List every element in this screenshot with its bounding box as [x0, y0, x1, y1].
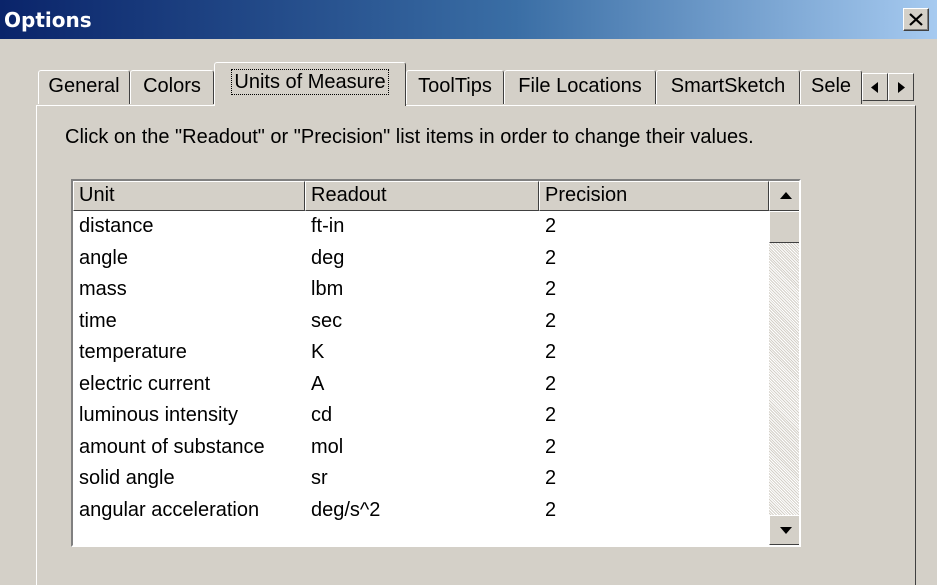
units-list[interactable]: Unit Readout Precision distance ft-in 2 an…: [71, 179, 801, 547]
instructions-text: Click on the "Readout" or "Precision" li…: [65, 126, 754, 148]
window-title: Options: [4, 8, 92, 32]
table-row[interactable]: distance ft-in 2: [73, 211, 769, 243]
vertical-scrollbar[interactable]: [769, 181, 799, 545]
tab-label: ToolTips: [418, 75, 492, 97]
unit-cell: angular acceleration: [79, 498, 260, 521]
tab-label: SmartSketch: [670, 75, 786, 97]
unit-cell: solid angle: [79, 467, 175, 489]
precision-cell[interactable]: 2: [545, 373, 556, 396]
tab-label: Units of Measure: [231, 69, 389, 95]
readout-cell[interactable]: lbm: [311, 278, 343, 301]
list-rows: distance ft-in 2 angle deg 2 mass lbm 2 time se…: [73, 211, 769, 526]
unit-cell: distance: [79, 215, 154, 237]
tab-colors[interactable]: Colors: [130, 70, 214, 104]
precision-cell[interactable]: 2: [545, 247, 556, 270]
unit-cell: amount of substance: [79, 435, 265, 458]
scrollbar-thumb[interactable]: [769, 211, 799, 243]
column-header-unit[interactable]: Unit: [73, 181, 305, 211]
close-icon: [909, 13, 923, 26]
unit-cell: time: [79, 309, 117, 332]
scroll-up-arrow-icon: [780, 192, 792, 199]
precision-cell[interactable]: 2: [545, 215, 556, 238]
table-row[interactable]: amount of substance mol 2: [73, 432, 769, 464]
units-of-measure-panel: Click on the "Readout" or "Precision" li…: [36, 105, 916, 585]
unit-cell: luminous intensity: [79, 404, 238, 426]
unit-cell: temperature: [79, 341, 187, 363]
tab-units-of-measure[interactable]: Units of Measure: [214, 62, 406, 106]
scroll-up-button[interactable]: [769, 181, 799, 211]
column-header-readout[interactable]: Readout: [305, 181, 539, 211]
scroll-down-button[interactable]: [769, 515, 799, 545]
unit-cell: electric current: [79, 372, 211, 395]
list-header: Unit Readout Precision: [73, 181, 769, 211]
readout-cell[interactable]: A: [311, 373, 324, 396]
table-row[interactable]: luminous intensity cd 2: [73, 400, 769, 432]
tab-scroll-left-button[interactable]: [862, 73, 888, 101]
triangle-left-icon: [871, 82, 878, 93]
precision-cell[interactable]: 2: [545, 278, 556, 301]
unit-cell: mass: [79, 278, 127, 300]
table-row[interactable]: mass lbm 2: [73, 274, 769, 306]
tab-strip: General Colors Units of Measure ToolTips…: [0, 58, 937, 106]
table-row[interactable]: angular acceleration deg/s^2 2: [73, 495, 769, 527]
readout-cell[interactable]: sr: [311, 467, 328, 490]
readout-cell[interactable]: sec: [311, 310, 342, 333]
readout-cell[interactable]: deg: [311, 247, 344, 270]
options-dialog: Options General Colors Units of Measure …: [0, 0, 937, 585]
precision-cell[interactable]: 2: [545, 404, 556, 427]
readout-cell[interactable]: K: [311, 341, 324, 364]
units-list-content: Unit Readout Precision distance ft-in 2 an…: [73, 181, 769, 545]
readout-cell[interactable]: ft-in: [311, 215, 344, 238]
table-row[interactable]: temperature K 2: [73, 337, 769, 369]
column-header-precision[interactable]: Precision: [539, 181, 769, 211]
precision-cell[interactable]: 2: [545, 436, 556, 459]
readout-cell[interactable]: cd: [311, 404, 332, 427]
table-row[interactable]: electric current A 2: [73, 369, 769, 401]
table-row[interactable]: solid angle sr 2: [73, 463, 769, 495]
tab-general[interactable]: General: [38, 70, 130, 104]
tab-file-locations[interactable]: File Locations: [504, 70, 656, 104]
table-row[interactable]: time sec 2: [73, 306, 769, 338]
scroll-down-arrow-icon: [780, 527, 792, 534]
tab-label: Colors: [143, 75, 201, 97]
tab-scroll-right-button[interactable]: [888, 73, 914, 101]
tab-tooltips[interactable]: ToolTips: [406, 70, 504, 104]
readout-cell[interactable]: mol: [311, 436, 343, 459]
unit-cell: angle: [79, 246, 128, 269]
precision-cell[interactable]: 2: [545, 310, 556, 333]
tab-smartsketch[interactable]: SmartSketch: [656, 70, 800, 104]
table-row[interactable]: angle deg 2: [73, 243, 769, 275]
readout-cell[interactable]: deg/s^2: [311, 499, 380, 522]
close-button[interactable]: [903, 8, 929, 31]
tab-label: Sele: [811, 75, 852, 97]
triangle-right-icon: [898, 82, 905, 93]
tab-select[interactable]: Sele: [800, 70, 862, 104]
precision-cell[interactable]: 2: [545, 499, 556, 522]
tab-label: File Locations: [518, 75, 642, 97]
tab-label: General: [48, 75, 120, 97]
tab-scroll-arrows: [862, 73, 914, 101]
title-bar[interactable]: Options: [0, 0, 937, 39]
precision-cell[interactable]: 2: [545, 467, 556, 490]
precision-cell[interactable]: 2: [545, 341, 556, 364]
